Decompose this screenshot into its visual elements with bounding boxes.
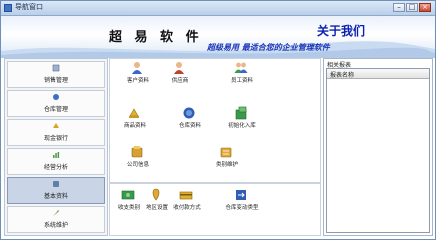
report-list[interactable]: 报表名称 (326, 68, 430, 233)
tile-stock-change[interactable]: 仓库变动类型 (217, 188, 267, 212)
supplier-icon (174, 62, 184, 74)
tile-label: 仓库变动类型 (225, 205, 259, 211)
title-bar: 导航窗口 – □ × (1, 1, 435, 16)
sidebar-item-basic-data[interactable]: 基本资料 (7, 177, 105, 204)
tile-payment-method[interactable]: 收付款方式 (162, 188, 212, 212)
employee-icon (234, 62, 248, 73)
sidebar-item-bank[interactable]: 现金银行 (7, 119, 105, 146)
tile-label: 商品资料 (123, 123, 146, 129)
region-icon (152, 188, 160, 201)
sidebar-item-label: 仓库管理 (43, 106, 68, 113)
tile-label: 初始化入库 (228, 123, 256, 129)
module-sidebar: 销售管理 仓库管理 现金银行 经营分析 基本资料 系统维护 (4, 58, 108, 236)
related-reports-panel: 相关报表 报表名称 (323, 58, 433, 236)
analysis-icon (53, 152, 60, 158)
tile-product[interactable]: 商品资料 (110, 106, 160, 130)
tile-label: 仓库资料 (178, 123, 201, 129)
customer-icon (132, 62, 142, 74)
app-title: 超 易 软 件 (109, 30, 203, 45)
sidebar-item-label: 系统维护 (43, 222, 68, 229)
minimize-button[interactable]: – (393, 3, 405, 12)
product-icon (129, 108, 139, 118)
sidebar-item-label: 经营分析 (43, 164, 68, 171)
stock-change-icon (236, 190, 246, 200)
sidebar-item-label: 基本资料 (43, 193, 68, 200)
close-button[interactable]: × (419, 3, 431, 12)
warehouse-icon (53, 94, 59, 100)
tile-label: 供应商 (171, 78, 189, 84)
tile-supplier[interactable]: 供应商 (155, 61, 205, 85)
report-list-header: 报表名称 (327, 69, 429, 79)
payment-method-icon (179, 191, 193, 200)
tile-label: 收付款方式 (173, 205, 201, 211)
sidebar-item-label: 现金银行 (43, 135, 68, 142)
tile-label: 员工资料 (230, 78, 253, 84)
basic-data-icon (53, 181, 59, 187)
sidebar-item-analysis[interactable]: 经营分析 (7, 148, 105, 175)
basic-data-panel: 客户资料 供应商 员工资料 商品资料 仓库资料 初始化入库 公司信息 类别维护 (109, 58, 321, 183)
about-us-link[interactable]: 关于我们 (317, 22, 365, 39)
sidebar-item-warehouse[interactable]: 仓库管理 (7, 90, 105, 117)
company-info-icon (131, 146, 143, 158)
app-window: 导航窗口 – □ × 超 易 软 件 关于我们 超级易用 最适合您的企业管理软件… (0, 0, 436, 240)
category-icon (220, 147, 232, 158)
tile-employee[interactable]: 员工资料 (217, 61, 267, 85)
app-icon (4, 4, 12, 12)
sidebar-item-maintenance[interactable]: 系统维护 (7, 206, 105, 233)
tile-initial-stock[interactable]: 初始化入库 (217, 106, 267, 130)
header-banner: 超 易 软 件 关于我们 超级易用 最适合您的企业管理软件 (1, 16, 435, 58)
maximize-button[interactable]: □ (406, 3, 418, 12)
report-name-column-header[interactable]: 报表名称 (330, 70, 354, 79)
warehouse-data-icon (183, 107, 195, 119)
tile-category[interactable]: 类别维护 (202, 145, 252, 169)
window-title: 导航窗口 (15, 3, 43, 11)
settings-panel: 收支类别 地区设置 收付款方式 仓库变动类型 (109, 183, 321, 236)
tile-company-info[interactable]: 公司信息 (113, 145, 163, 169)
slogan: 超级易用 最适合您的企业管理软件 (207, 43, 330, 52)
tile-warehouse-data[interactable]: 仓库资料 (165, 106, 215, 130)
sidebar-item-label: 销售管理 (43, 77, 68, 84)
maintenance-icon (53, 210, 59, 216)
tile-label: 公司信息 (126, 162, 149, 168)
tile-label: 类别维护 (215, 162, 238, 168)
sales-icon (52, 64, 60, 72)
initial-stock-icon (235, 106, 247, 120)
sidebar-item-sales[interactable]: 销售管理 (7, 61, 105, 88)
bank-icon (53, 123, 59, 128)
